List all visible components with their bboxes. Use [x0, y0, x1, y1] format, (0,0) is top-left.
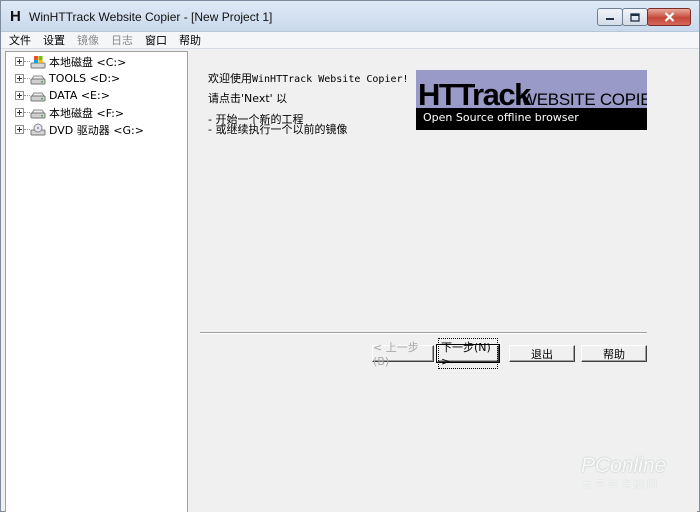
httrack-logo: HTTrack WEBSITE COPIER Open Source offli… — [416, 70, 647, 130]
logo-strip: Open Source offline browser — [416, 108, 647, 130]
title-bar[interactable]: H WinHTTrack Website Copier - [New Proje… — [1, 1, 699, 32]
dvd-drive-icon — [30, 123, 46, 135]
window-title: WinHTTrack Website Copier - [New Project… — [29, 10, 273, 24]
menu-file[interactable]: 文件 — [9, 32, 31, 48]
help-button-label: 帮助 — [603, 347, 625, 361]
next-button-label: 下一步(N) > — [438, 338, 498, 369]
logo-subtitle: WEBSITE COPIER — [521, 90, 647, 109]
tree-item-label: TOOLS <D:> — [49, 72, 121, 85]
minimize-icon — [606, 18, 614, 20]
app-window: H WinHTTrack Website Copier - [New Proje… — [0, 0, 700, 512]
next-button[interactable]: 下一步(N) > — [436, 338, 500, 369]
menu-settings[interactable]: 设置 — [43, 32, 65, 48]
tree-item-label: 本地磁盘 <C:> — [49, 55, 127, 69]
expand-icon[interactable] — [15, 91, 24, 100]
logo-tagline: Open Source offline browser — [423, 111, 579, 124]
window-controls — [597, 8, 691, 26]
button-separator — [200, 332, 647, 334]
drive-tree[interactable]: 本地磁盘 <C:> TOOLS <D:> DATA <E:> 本地磁盘 <F:>… — [5, 51, 188, 512]
close-button[interactable] — [647, 8, 691, 26]
help-button[interactable]: 帮助 — [581, 345, 647, 362]
expand-icon[interactable] — [15, 108, 24, 117]
maximize-icon — [630, 12, 640, 22]
expand-icon[interactable] — [15, 57, 24, 66]
hard-drive-icon — [30, 109, 46, 118]
close-icon — [664, 12, 674, 22]
welcome-prefix: 欢迎使用 — [208, 72, 252, 85]
tree-item-e[interactable]: DATA <E:> — [6, 87, 110, 104]
expand-icon[interactable] — [15, 74, 24, 83]
maximize-button[interactable] — [622, 8, 648, 26]
logo-title: HTTrack — [418, 77, 531, 112]
back-button-label: < 上一步(B) — [373, 341, 419, 368]
watermark-brand: PConline — [581, 454, 667, 477]
system-drive-icon — [30, 55, 46, 68]
menu-help[interactable]: 帮助 — [179, 32, 201, 48]
tree-item-g[interactable]: DVD 驱动器 <G:> — [6, 121, 144, 138]
tree-item-label: DVD 驱动器 <G:> — [49, 123, 144, 137]
tree-item-d[interactable]: TOOLS <D:> — [6, 70, 120, 87]
wizard-panel: 欢迎使用WinHTTrack Website Copier! 请点击'Next'… — [191, 51, 697, 512]
hard-drive-icon — [30, 75, 46, 84]
welcome-app-name: WinHTTrack Website Copier! — [252, 74, 409, 85]
exit-button[interactable]: 退出 — [509, 345, 575, 362]
watermark-sub: 太平洋电脑网 — [582, 480, 660, 491]
app-logo-icon: H — [10, 8, 21, 25]
menu-window[interactable]: 窗口 — [145, 32, 167, 48]
welcome-text: 欢迎使用WinHTTrack Website Copier! — [208, 70, 409, 86]
pconline-watermark: PConline 太平洋电脑网 — [578, 446, 688, 491]
tree-item-f[interactable]: 本地磁盘 <F:> — [6, 104, 124, 121]
tree-item-label: 本地磁盘 <F:> — [49, 106, 125, 120]
menu-mirror[interactable]: 镜像 — [77, 32, 99, 48]
next-prompt: 请点击'Next' 以 — [208, 92, 288, 105]
hard-drive-icon — [30, 92, 46, 101]
menu-bar: 文件 设置 镜像 日志 窗口 帮助 — [1, 32, 699, 49]
tree-item-c[interactable]: 本地磁盘 <C:> — [6, 53, 126, 70]
minimize-button[interactable] — [597, 8, 623, 26]
menu-log[interactable]: 日志 — [111, 32, 133, 48]
option-continue-mirror: - 或继续执行一个以前的镜像 — [208, 123, 348, 136]
tree-item-label: DATA <E:> — [49, 89, 110, 102]
exit-button-label: 退出 — [531, 347, 553, 361]
back-button[interactable]: < 上一步(B) — [372, 341, 434, 368]
expand-icon[interactable] — [15, 125, 24, 134]
